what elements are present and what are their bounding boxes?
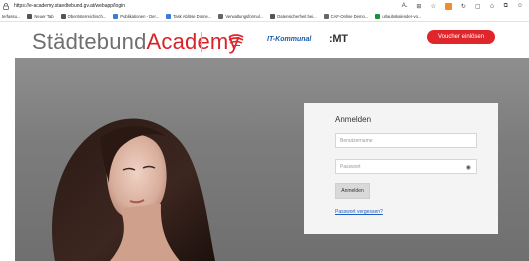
bookmark-item[interactable]: Publikationen - Der... xyxy=(113,14,159,19)
bookmark-label: Oberösterreichisch... xyxy=(67,14,107,19)
login-panel: Anmelden Benutzername Passwort ◉ Anmelde… xyxy=(304,103,498,234)
it-kommunal-logo: IT-Kommunal xyxy=(267,36,312,43)
password-input[interactable]: Passwort ◉ xyxy=(335,159,477,174)
split-screen-icon[interactable]: ▢ xyxy=(475,3,481,10)
favorite-star-icon[interactable]: ☆ xyxy=(430,3,435,10)
bookmark-label: CAF-Online Demo... xyxy=(330,14,369,19)
app-icon xyxy=(375,14,381,19)
document-icon xyxy=(113,14,119,19)
favorites-icon[interactable]: ✩ xyxy=(490,3,495,10)
hero-section: Anmelden Benutzername Passwort ◉ Anmelde… xyxy=(15,58,529,261)
voucher-button[interactable]: Voucher einlösen xyxy=(427,30,495,44)
tab-icon xyxy=(27,14,33,19)
lock-icon[interactable] xyxy=(3,2,9,10)
site-header: StädtebundAcademy IT-Kommunal :MT Vouche… xyxy=(0,23,529,58)
login-button[interactable]: Anmelden xyxy=(335,183,370,199)
bookmark-label: Datensicherheit bei... xyxy=(277,14,317,19)
brand-logo[interactable]: StädtebundAcademy xyxy=(32,29,240,55)
bookmark-item[interactable]: Task Ablöse Dome... xyxy=(166,14,211,19)
globe-icon xyxy=(270,14,276,19)
browser-address-bar: https://e-academy.staedtebund.gv.at/weba… xyxy=(0,0,529,12)
extension-icon[interactable] xyxy=(444,2,452,10)
bookmark-label: urlaubskalender-vo... xyxy=(382,14,422,19)
mt-logo: :MT xyxy=(329,33,348,45)
page-icon xyxy=(323,14,329,19)
bookmark-label: Neuer Tab xyxy=(34,14,54,19)
bookmark-item[interactable]: Datensicherheit bei... xyxy=(270,14,317,19)
show-password-eye-icon[interactable]: ◉ xyxy=(466,164,471,171)
forgot-password-link[interactable]: Passwort vergessen? xyxy=(335,209,383,215)
read-aloud-icon[interactable]: A» xyxy=(402,3,408,9)
header-divider xyxy=(201,32,202,52)
folder-icon xyxy=(60,14,66,19)
bookmarks-bar: terfassu... Neuer Tab Oberösterreichisch..… xyxy=(0,12,529,22)
username-input[interactable]: Benutzername xyxy=(335,133,477,148)
immersive-reader-icon[interactable]: ⊞ xyxy=(416,3,421,10)
bookmark-item[interactable]: terfassu... xyxy=(2,14,20,19)
login-title: Anmelden xyxy=(335,115,372,124)
bookmark-label: Task Ablöse Dome... xyxy=(173,14,212,19)
bookmark-item[interactable]: Oberösterreichisch... xyxy=(60,14,107,19)
bookmark-item[interactable]: CAF-Online Demo... xyxy=(323,14,369,19)
refresh-icon[interactable]: ↻ xyxy=(461,3,466,10)
hero-portrait-image xyxy=(52,118,215,261)
url-text[interactable]: https://e-academy.staedtebund.gv.at/weba… xyxy=(14,3,125,9)
flag-icon xyxy=(166,14,172,19)
bookmark-item[interactable]: urlaubskalender-vo... xyxy=(375,14,421,19)
bookmark-label: terfassu... xyxy=(2,14,21,19)
collections-icon[interactable]: ⧉ xyxy=(504,3,508,10)
bookmark-item[interactable]: Neuer Tab xyxy=(27,14,54,19)
bookmark-item[interactable]: Verwaltungsformul... xyxy=(218,14,263,19)
page-icon xyxy=(218,14,224,19)
profile-icon[interactable]: ☺ xyxy=(517,3,523,9)
bookmark-label: Verwaltungsformul... xyxy=(225,14,264,19)
password-placeholder: Passwort xyxy=(340,163,361,170)
brand-text-academy: Academy xyxy=(146,29,240,54)
brand-text-staedtebund: Städtebund xyxy=(32,29,147,54)
bookmark-label: Publikationen - Der... xyxy=(120,14,160,19)
staedtebund-emblem-logo xyxy=(228,34,244,46)
